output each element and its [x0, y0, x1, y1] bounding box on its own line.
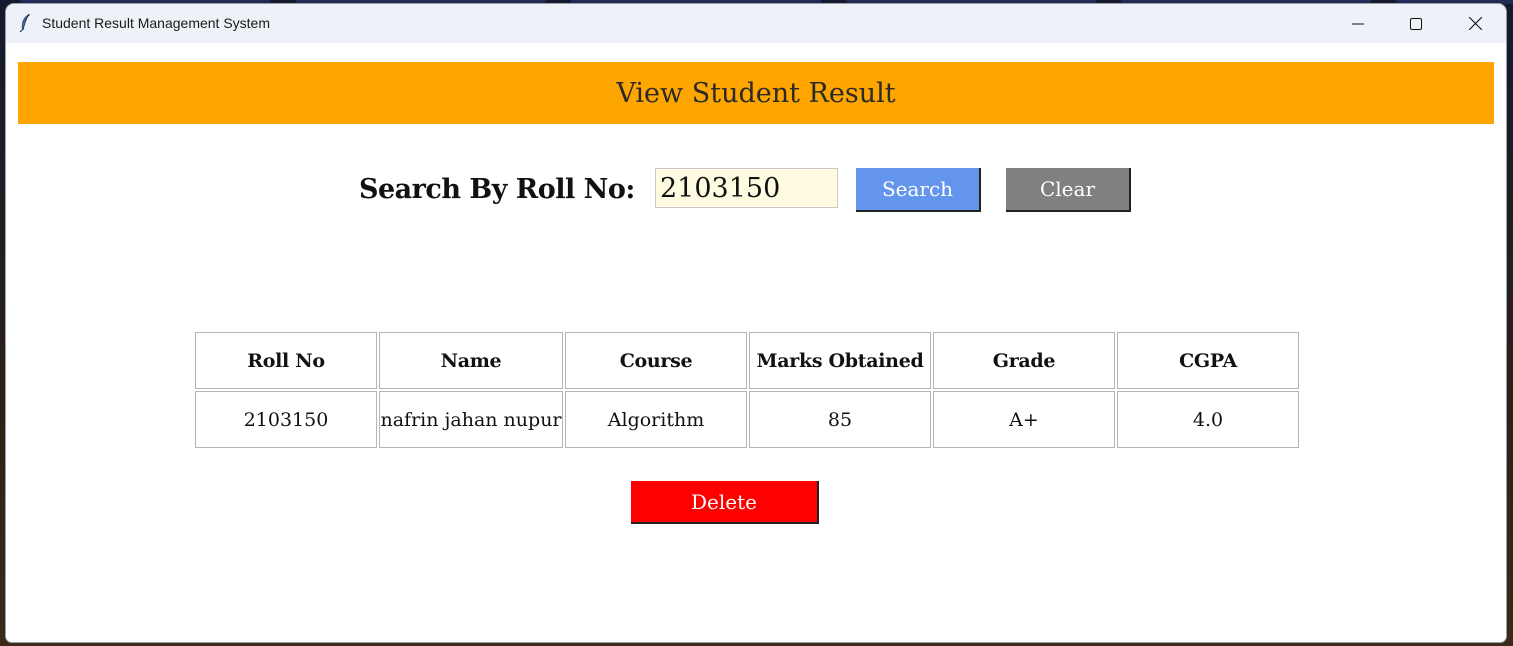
- cell-name-text: nafrin jahan nupur: [380, 408, 562, 431]
- cell-grade: A+: [933, 391, 1115, 448]
- delete-button[interactable]: Delete: [631, 481, 819, 524]
- header-banner: View Student Result: [18, 62, 1494, 124]
- window-title: Student Result Management System: [42, 15, 271, 31]
- search-label: Search By Roll No:: [359, 174, 635, 205]
- maximize-icon: [1410, 17, 1422, 30]
- cell-course: Algorithm: [565, 391, 747, 448]
- results-table: Roll No Name Course Marks Obtained Grade…: [193, 330, 1301, 450]
- cell-name: nafrin jahan nupur: [379, 391, 563, 448]
- cell-cgpa: 4.0: [1117, 391, 1299, 448]
- main-content: View Student Result Search By Roll No: S…: [6, 43, 1506, 642]
- roll-no-search-input[interactable]: [655, 168, 838, 208]
- close-button[interactable]: [1446, 4, 1504, 43]
- page-title: View Student Result: [616, 77, 896, 109]
- clear-button[interactable]: Clear: [1006, 168, 1131, 212]
- feather-icon: [18, 13, 32, 33]
- minimize-icon: [1352, 23, 1364, 24]
- column-header-grade: Grade: [933, 332, 1115, 389]
- column-header-roll-no: Roll No: [195, 332, 377, 389]
- column-header-name: Name: [379, 332, 563, 389]
- maximize-button[interactable]: [1387, 4, 1445, 43]
- column-header-marks-obtained: Marks Obtained: [749, 332, 931, 389]
- table-header-row: Roll No Name Course Marks Obtained Grade…: [195, 332, 1299, 389]
- app-window: Student Result Management System View St…: [6, 4, 1506, 642]
- cell-marks-obtained: 85: [749, 391, 931, 448]
- column-header-course: Course: [565, 332, 747, 389]
- search-button[interactable]: Search: [856, 168, 981, 212]
- minimize-button[interactable]: [1329, 4, 1387, 43]
- table-row[interactable]: 2103150 nafrin jahan nupur Algorithm 85 …: [195, 391, 1299, 448]
- cell-roll-no: 2103150: [195, 391, 377, 448]
- title-bar[interactable]: Student Result Management System: [6, 4, 1506, 43]
- close-icon: [1468, 17, 1482, 30]
- column-header-cgpa: CGPA: [1117, 332, 1299, 389]
